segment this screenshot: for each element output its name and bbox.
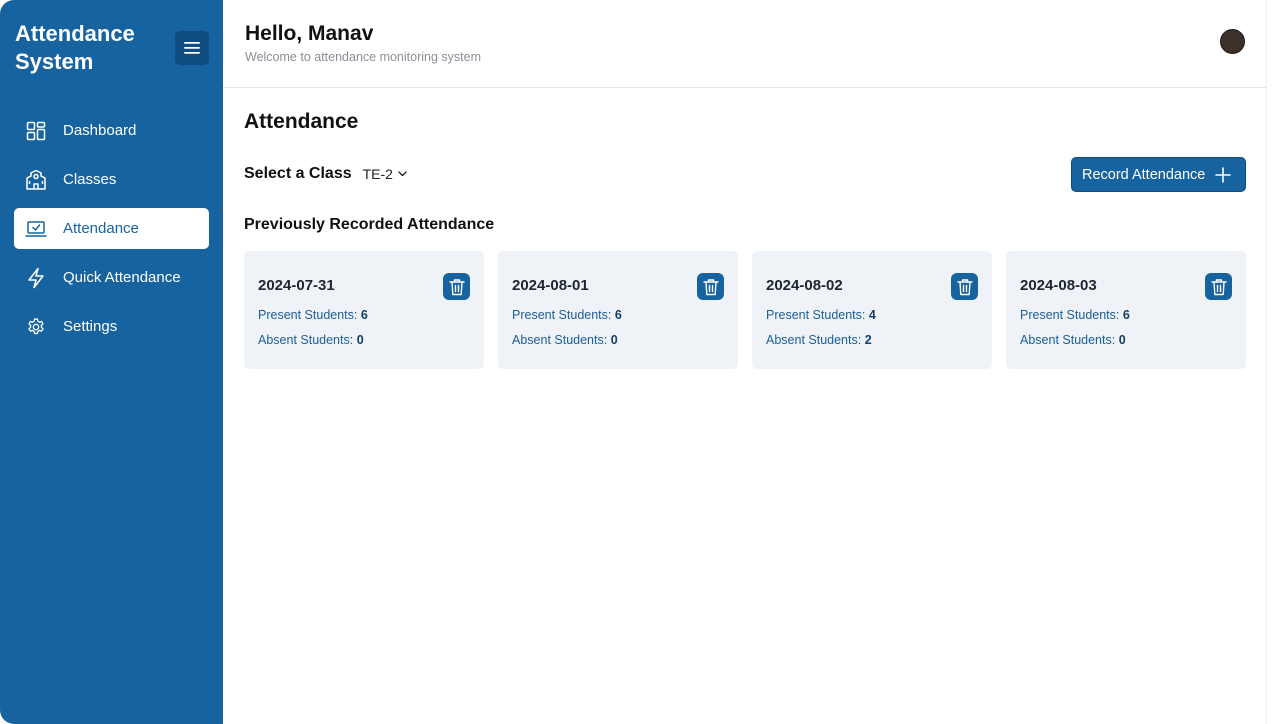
absent-students-stat: Absent Students: 0 <box>1020 333 1126 347</box>
class-select-row: Select a Class TE-2 <box>244 165 407 183</box>
absent-label: Absent Students: <box>512 333 611 347</box>
attendance-laptop-check-icon <box>25 218 47 240</box>
present-count: 6 <box>360 308 368 322</box>
gear-icon <box>25 316 47 338</box>
selected-class-value: TE-2 <box>362 166 393 182</box>
delete-record-button[interactable] <box>951 273 978 300</box>
sidebar: Attendance System Dashboard Classes Atte… <box>0 0 223 724</box>
record-date: 2024-08-03 <box>1020 277 1097 294</box>
attendance-record-card: 2024-08-02 Present Students: 4 Absent St… <box>752 251 992 369</box>
menu-toggle-button[interactable] <box>175 31 209 65</box>
sidebar-item-label: Quick Attendance <box>63 269 181 286</box>
attendance-record-list: 2024-07-31 Present Students: 6 Absent St… <box>244 251 1246 369</box>
user-avatar[interactable] <box>1220 29 1245 54</box>
record-date: 2024-08-01 <box>512 277 589 294</box>
present-count: 4 <box>868 308 876 322</box>
sidebar-item-label: Attendance <box>63 220 139 237</box>
attendance-record-card: 2024-07-31 Present Students: 6 Absent St… <box>244 251 484 369</box>
app-window: Attendance System Dashboard Classes Atte… <box>0 0 1280 724</box>
recorded-attendance-heading: Previously Recorded Attendance <box>244 216 495 233</box>
present-count: 6 <box>1122 308 1130 322</box>
trash-icon <box>448 278 465 295</box>
delete-record-button[interactable] <box>1205 273 1232 300</box>
sidebar-item-label: Settings <box>63 318 118 335</box>
present-label: Present Students: <box>258 308 361 322</box>
absent-students-stat: Absent Students: 2 <box>766 333 872 347</box>
absent-label: Absent Students: <box>258 333 357 347</box>
lightning-icon <box>25 267 47 289</box>
record-attendance-button[interactable]: Record Attendance <box>1071 157 1246 192</box>
dashboard-grid-icon <box>25 120 47 142</box>
absent-label: Absent Students: <box>1020 333 1119 347</box>
sidebar-item-settings[interactable]: Settings <box>14 306 209 347</box>
attendance-record-card: 2024-08-03 Present Students: 6 Absent St… <box>1006 251 1246 369</box>
absent-count: 2 <box>864 333 872 347</box>
main-content: Hello, Manav Welcome to attendance monit… <box>223 0 1280 724</box>
sidebar-item-quick-attendance[interactable]: Quick Attendance <box>14 257 209 298</box>
sidebar-item-classes[interactable]: Classes <box>14 159 209 200</box>
present-students-stat: Present Students: 4 <box>766 308 876 322</box>
absent-count: 0 <box>1118 333 1126 347</box>
sidebar-item-label: Classes <box>63 171 117 188</box>
sidebar-item-label: Dashboard <box>63 122 137 139</box>
school-building-icon <box>25 169 47 191</box>
greeting-subtitle: Welcome to attendance monitoring system <box>245 50 481 64</box>
class-select-dropdown[interactable]: TE-2 <box>363 166 407 182</box>
scrollbar-track[interactable] <box>1266 0 1280 724</box>
absent-students-stat: Absent Students: 0 <box>512 333 618 347</box>
present-students-stat: Present Students: 6 <box>258 308 368 322</box>
present-students-stat: Present Students: 6 <box>512 308 622 322</box>
present-students-stat: Present Students: 6 <box>1020 308 1130 322</box>
delete-record-button[interactable] <box>697 273 724 300</box>
sidebar-nav: Dashboard Classes Attendance Quick Atten… <box>14 110 209 355</box>
record-date: 2024-08-02 <box>766 277 843 294</box>
record-date: 2024-07-31 <box>258 277 335 294</box>
absent-students-stat: Absent Students: 0 <box>258 333 364 347</box>
hamburger-menu-icon <box>184 42 200 54</box>
trash-icon <box>702 278 719 295</box>
app-brand: Attendance System <box>15 21 135 74</box>
top-header: Hello, Manav Welcome to attendance monit… <box>223 0 1266 88</box>
attendance-record-card: 2024-08-01 Present Students: 6 Absent St… <box>498 251 738 369</box>
absent-count: 0 <box>610 333 618 347</box>
present-count: 6 <box>614 308 622 322</box>
trash-icon <box>1210 278 1227 295</box>
present-label: Present Students: <box>512 308 615 322</box>
select-class-label: Select a Class <box>244 165 352 182</box>
present-label: Present Students: <box>1020 308 1123 322</box>
absent-label: Absent Students: <box>766 333 865 347</box>
absent-count: 0 <box>356 333 364 347</box>
sidebar-item-attendance[interactable]: Attendance <box>14 208 209 249</box>
delete-record-button[interactable] <box>443 273 470 300</box>
chevron-down-icon <box>398 171 407 177</box>
present-label: Present Students: <box>766 308 869 322</box>
sidebar-item-dashboard[interactable]: Dashboard <box>14 110 209 151</box>
greeting-heading: Hello, Manav <box>245 22 374 45</box>
plus-icon <box>1215 166 1232 183</box>
record-attendance-label: Record Attendance <box>1082 166 1206 183</box>
page-title: Attendance <box>244 110 359 133</box>
trash-icon <box>956 278 973 295</box>
